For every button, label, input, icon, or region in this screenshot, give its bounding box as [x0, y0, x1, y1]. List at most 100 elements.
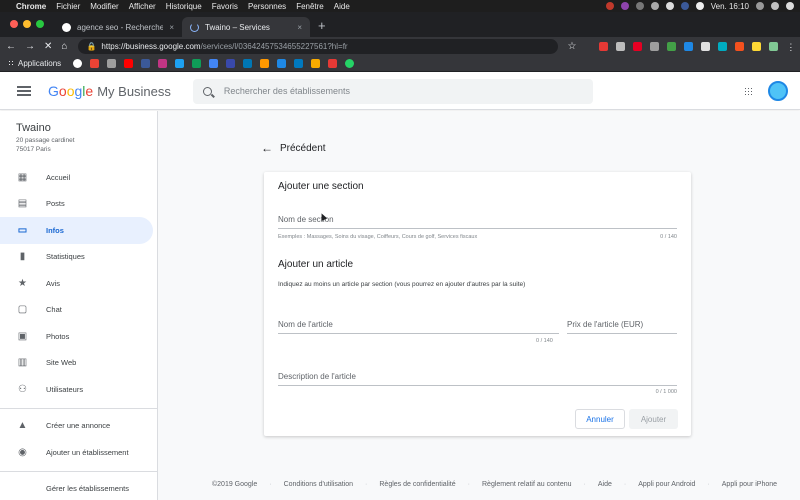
- battery-icon[interactable]: [695, 2, 704, 10]
- hamburger-menu-icon[interactable]: [17, 86, 31, 96]
- footer-link-terms[interactable]: Conditions d'utilisation: [284, 481, 353, 488]
- bookmark-icon[interactable]: [226, 59, 236, 68]
- google-wordmark: Google: [48, 83, 94, 99]
- linkedin-bookmark-icon[interactable]: [243, 59, 253, 68]
- sidebar-item-accueil[interactable]: ▦ Accueil: [0, 164, 157, 191]
- sidebar-item-statistiques[interactable]: ▮ Statistiques: [0, 244, 157, 271]
- zoom-window-icon[interactable]: [36, 20, 44, 28]
- sidebar-item-create-ad[interactable]: ▲ Créer une annonce: [0, 413, 157, 440]
- whatsapp-bookmark-icon[interactable]: [345, 59, 355, 68]
- siri-icon[interactable]: [771, 2, 779, 10]
- notification-center-icon[interactable]: [786, 2, 794, 10]
- article-price-field[interactable]: Prix de l'article (EUR): [567, 320, 677, 334]
- bookmark-star-icon[interactable]: ☆: [567, 41, 576, 52]
- new-tab-button[interactable]: +: [310, 18, 334, 37]
- status-app-icon[interactable]: [620, 2, 629, 10]
- instagram-bookmark-icon[interactable]: [158, 59, 168, 68]
- extension-icon[interactable]: [684, 42, 694, 51]
- footer-link-iphone[interactable]: Appli pour iPhone: [722, 481, 777, 488]
- profile-avatar-icon[interactable]: [769, 42, 779, 51]
- spotlight-icon[interactable]: [756, 2, 764, 10]
- footer-separator: ·: [467, 481, 470, 488]
- menu-modifier[interactable]: Modifier: [90, 2, 118, 11]
- back-link[interactable]: ← Précédent: [261, 141, 326, 155]
- clock[interactable]: Ven. 16:10: [711, 2, 749, 11]
- sidebar: Twaino 20 passage cardinet 75017 Paris ▦…: [0, 111, 158, 500]
- address-bar[interactable]: 🔒 https://business.google.com/services/l…: [78, 39, 559, 54]
- google-bookmark-icon[interactable]: [73, 59, 83, 68]
- home-icon[interactable]: ⌂: [61, 41, 67, 52]
- status-app-icon[interactable]: [635, 2, 644, 10]
- extension-icon[interactable]: [616, 42, 626, 51]
- status-app-icon[interactable]: [605, 2, 614, 10]
- business-search[interactable]: Rechercher des établissements: [192, 78, 593, 104]
- bookmark-icon[interactable]: [192, 59, 202, 68]
- apps-bookmark[interactable]: Applications: [8, 59, 61, 68]
- article-name-field[interactable]: Nom de l'article: [278, 320, 559, 334]
- tab-twaino-services[interactable]: Twaino – Services ×: [182, 17, 310, 37]
- menu-personnes[interactable]: Personnes: [248, 2, 286, 11]
- tab-google-search[interactable]: agence seo - Recherche Google ×: [54, 17, 182, 37]
- youtube-bookmark-icon[interactable]: [124, 59, 134, 68]
- sidebar-item-avis[interactable]: ★ Avis: [0, 270, 157, 297]
- twitter-bookmark-icon[interactable]: [175, 59, 185, 68]
- menu-afficher[interactable]: Afficher: [129, 2, 156, 11]
- extension-icon[interactable]: [599, 42, 609, 51]
- trello-bookmark-icon[interactable]: [294, 59, 304, 68]
- flag-icon[interactable]: [680, 2, 689, 10]
- sidebar-item-posts[interactable]: ▤ Posts: [0, 191, 157, 218]
- article-description-field[interactable]: Description de l'article: [278, 372, 677, 386]
- bookmark-icon[interactable]: [260, 59, 270, 68]
- sidebar-item-chat[interactable]: ▢ Chat: [0, 297, 157, 324]
- menu-app[interactable]: Chrome: [16, 2, 46, 11]
- close-tab-icon[interactable]: ×: [169, 23, 174, 32]
- footer-link-privacy[interactable]: Règles de confidentialité: [379, 481, 455, 488]
- extension-icon[interactable]: [701, 42, 711, 51]
- menu-historique[interactable]: Historique: [166, 2, 202, 11]
- footer-link-android[interactable]: Appli pour Android: [638, 481, 695, 488]
- close-window-icon[interactable]: [10, 20, 18, 28]
- forward-arrow-icon[interactable]: →: [25, 41, 35, 52]
- footer-link-content-policy[interactable]: Règlement relatif au contenu: [482, 481, 572, 488]
- analytics-bookmark-icon[interactable]: [311, 59, 321, 68]
- sidebar-item-manage-businesses[interactable]: Gérer les établissements: [0, 476, 157, 500]
- bookmark-icon[interactable]: [209, 59, 219, 68]
- menu-favoris[interactable]: Favoris: [212, 2, 238, 11]
- gmb-logo[interactable]: Google My Business: [48, 83, 171, 99]
- extension-icon[interactable]: [735, 42, 745, 51]
- menu-fichier[interactable]: Fichier: [56, 2, 80, 11]
- back-arrow-icon[interactable]: ←: [6, 41, 16, 52]
- sidebar-item-infos[interactable]: ▭ Infos: [0, 217, 153, 244]
- sidebar-item-utilisateurs[interactable]: ⚇ Utilisateurs: [0, 376, 157, 403]
- sidebar-item-site-web[interactable]: ▥ Site Web: [0, 350, 157, 377]
- menu-fenetre[interactable]: Fenêtre: [296, 2, 324, 11]
- bookmark-icon[interactable]: [107, 59, 117, 68]
- extension-icon[interactable]: [752, 42, 762, 51]
- sidebar-item-photos[interactable]: ▣ Photos: [0, 323, 157, 350]
- menu-aide[interactable]: Aide: [334, 2, 350, 11]
- extension-icon[interactable]: [667, 42, 677, 51]
- sidebar-nav: ▦ Accueil ▤ Posts ▭ Infos ▮ Statistiques…: [0, 164, 157, 500]
- extension-icon[interactable]: [718, 42, 728, 51]
- sidebar-item-label: Accueil: [46, 172, 71, 182]
- stop-loading-icon[interactable]: ✕: [44, 41, 52, 52]
- gmail-bookmark-icon[interactable]: [90, 59, 100, 68]
- sidebar-item-add-business[interactable]: ◉ Ajouter un établissement: [0, 439, 157, 466]
- google-apps-icon[interactable]: [744, 86, 753, 96]
- close-tab-icon[interactable]: ×: [297, 23, 302, 32]
- account-avatar[interactable]: [768, 81, 788, 101]
- cancel-button[interactable]: Annuler: [575, 409, 625, 429]
- facebook-bookmark-icon[interactable]: [141, 59, 151, 68]
- add-button[interactable]: Ajouter: [629, 409, 678, 429]
- minimize-window-icon[interactable]: [23, 20, 31, 28]
- extension-icon[interactable]: [650, 42, 660, 51]
- bookmark-icon[interactable]: [328, 59, 338, 68]
- cloud-icon[interactable]: [650, 2, 659, 10]
- section-name-field[interactable]: Nom de section: [278, 215, 677, 229]
- bookmark-icon[interactable]: [277, 59, 287, 68]
- mac-menu-bar: Chrome Fichier Modifier Afficher Histori…: [0, 0, 800, 12]
- wifi-icon[interactable]: [665, 2, 674, 10]
- footer-link-help[interactable]: Aide: [598, 481, 612, 488]
- pinterest-extension-icon[interactable]: [633, 42, 643, 51]
- more-menu-icon[interactable]: ⋮: [786, 42, 795, 52]
